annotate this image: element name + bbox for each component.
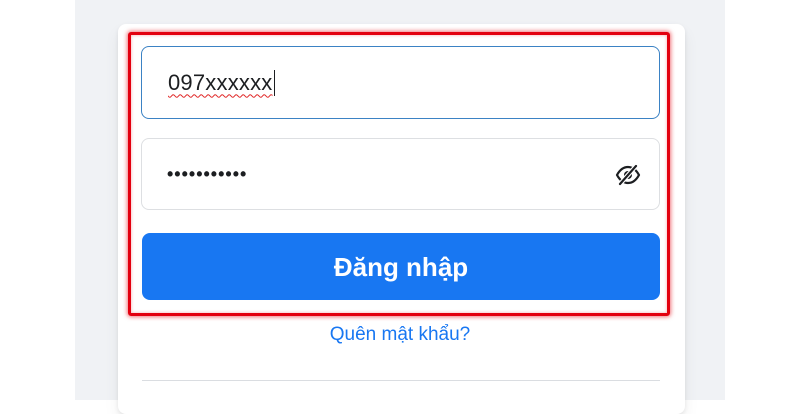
phone-input-value[interactable]: 097xxxxxx [168, 69, 273, 97]
password-input-value[interactable]: ••••••••••• [167, 162, 247, 186]
divider [142, 380, 660, 381]
text-caret [273, 69, 276, 96]
eye-slash-icon[interactable] [615, 163, 641, 187]
phone-field[interactable]: 097xxxxxx [141, 46, 660, 119]
password-field[interactable]: ••••••••••• [141, 138, 660, 210]
forgot-password-link[interactable]: Quên mật khẩu? [0, 322, 800, 348]
login-button[interactable]: Đăng nhập [142, 233, 660, 300]
